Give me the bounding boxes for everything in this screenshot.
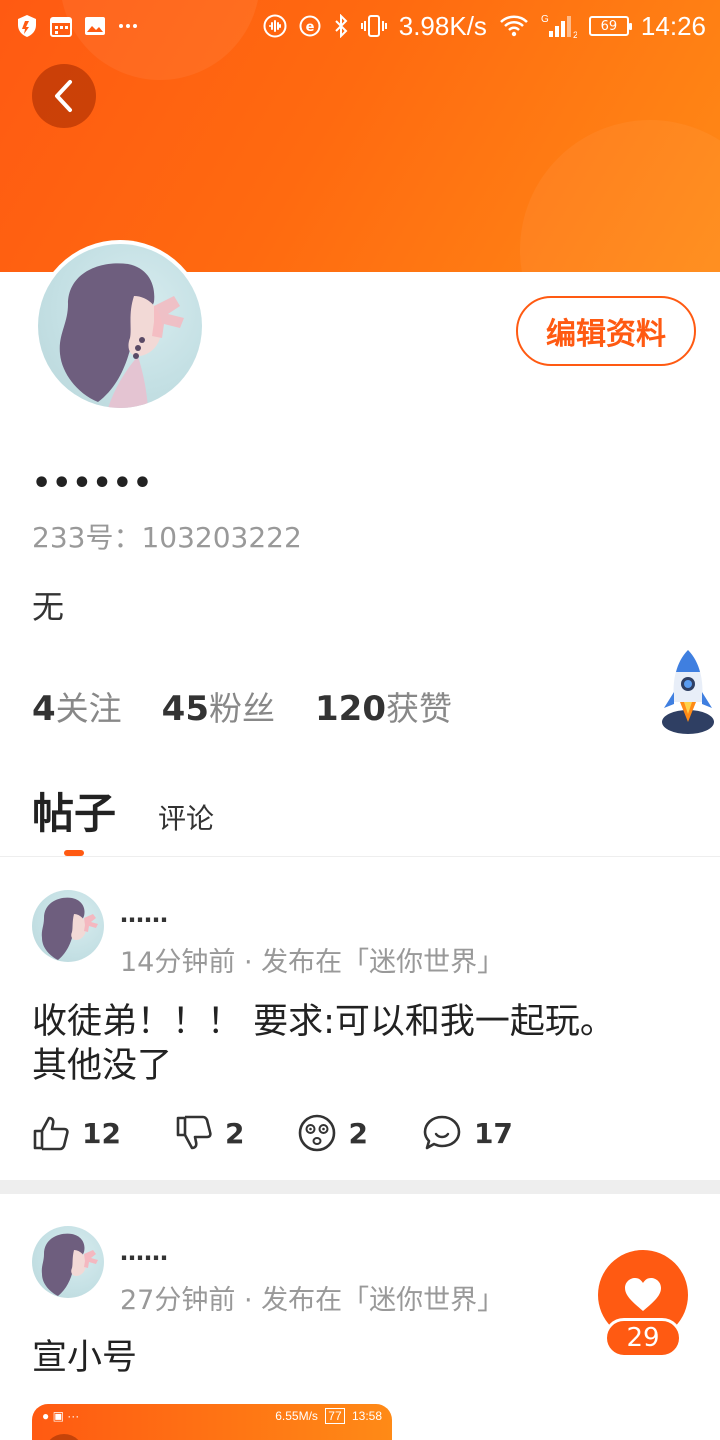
post-author-avatar[interactable] [32,890,104,962]
stat-label: 获赞 [385,689,452,728]
edit-profile-button[interactable]: 编辑资料 [516,296,696,366]
post-meta: 14分钟前 · 发布在「迷你世界」 [120,947,505,978]
tab-posts-label: 帖子 [32,789,117,838]
clock: 14:26 [640,10,706,41]
like-count: 12 [82,1116,121,1150]
stat-followers[interactable]: 45 粉丝 [162,682,275,730]
shield-icon [16,14,38,38]
stat-number: 4 [32,689,56,729]
tab-comments[interactable]: 评论 [158,797,214,837]
nickname: •••••• [32,466,154,501]
preview-right-status: 6.55M/s 77 13:58 [275,1408,382,1424]
profile-avatar[interactable] [34,240,206,412]
signal-tag: G [541,14,549,25]
reaction-button[interactable]: 2 [298,1114,368,1152]
svg-text:e: e [305,20,314,35]
back-button[interactable] [32,64,96,128]
bio: 无 [32,588,65,626]
content-tabs: 帖子 评论 [32,780,214,856]
user-id: 233号：103203222 [32,521,302,554]
post-actions: 12 2 2 17 [32,1114,513,1152]
stat-number: 45 [161,689,209,729]
thumbs-down-icon [176,1115,212,1150]
preview-battery: 77 [325,1408,345,1424]
post-body: 收徒弟！！！ 要求:可以和我一起玩。 其他没了 [32,1000,682,1088]
floating-like-count: 29 [604,1318,682,1358]
preview-clock: 13:58 [351,1409,382,1423]
preview-status-bar: ● ▣ ··· 6.55M/s 77 13:58 [32,1404,392,1428]
stat-number: 120 [315,689,386,729]
stat-label: 关注 [55,689,122,728]
rocket-icon[interactable] [660,648,716,736]
profile-banner: e 3.98K/s G2 69 14:26 [0,0,720,272]
preview-net-speed: 6.55M/s [275,1409,318,1423]
preview-back-button [44,1434,84,1440]
post-text-line: 收徒弟！！！ 要求:可以和我一起玩。 [32,1002,615,1042]
profile-stats: 4 关注 45 粉丝 120 获赞 [32,682,452,730]
post-text-line: 宣小号 [32,1338,138,1378]
post-card[interactable]: …… 14分钟前 · 发布在「迷你世界」 收徒弟！！！ 要求:可以和我一起玩。 … [0,888,720,1178]
preview-left-icons: ● ▣ ··· [42,1409,80,1423]
tab-posts[interactable]: 帖子 [32,780,117,856]
post-separator [0,1180,720,1194]
vibrate-icon [360,14,387,38]
stat-likes-received[interactable]: 120 获赞 [315,682,452,730]
battery-indicator: 69 [588,16,632,36]
more-dots-icon [118,23,138,29]
post-author-name[interactable]: …… [120,1238,168,1266]
stat-label: 粉丝 [209,689,275,728]
floating-like-button[interactable]: 29 [598,1250,688,1360]
post-author-avatar[interactable] [32,1226,104,1298]
network-speed: 3.98K/s [398,10,487,41]
chevron-left-icon [55,80,72,112]
banner-decoration [520,120,720,272]
svg-text:2: 2 [573,30,577,39]
comment-button[interactable]: 17 [422,1114,513,1152]
comment-count: 17 [473,1116,513,1150]
dislike-count: 2 [224,1116,245,1150]
bluetooth-icon [333,14,349,38]
avatar-illustration [59,263,184,408]
dislike-button[interactable]: 2 [175,1115,244,1151]
dizzy-face-icon [299,1114,336,1152]
wifi-icon [499,14,529,38]
status-bar: e 3.98K/s G2 69 14:26 [0,0,720,52]
thumbs-up-icon [33,1116,69,1151]
image-icon [84,16,106,36]
audio-wave-icon [263,14,287,38]
reaction-count: 2 [348,1116,368,1150]
post-meta: 27分钟前 · 发布在「迷你世界」 [120,1285,505,1316]
post-image-preview[interactable]: ● ▣ ··· 6.55M/s 77 13:58 [32,1404,392,1440]
cell-signal-icon: G2 [541,13,577,39]
post-body: 宣小号 [32,1336,682,1380]
divider [0,856,720,857]
comment-icon [423,1115,461,1150]
calendar-icon [50,15,72,37]
stat-following[interactable]: 4 关注 [32,682,122,730]
post-text-line: 其他没了 [32,1046,173,1086]
like-button[interactable]: 12 [32,1115,121,1151]
heart-icon [625,1278,661,1311]
sync-icon: e [299,15,321,37]
post-author-name[interactable]: …… [120,900,168,928]
